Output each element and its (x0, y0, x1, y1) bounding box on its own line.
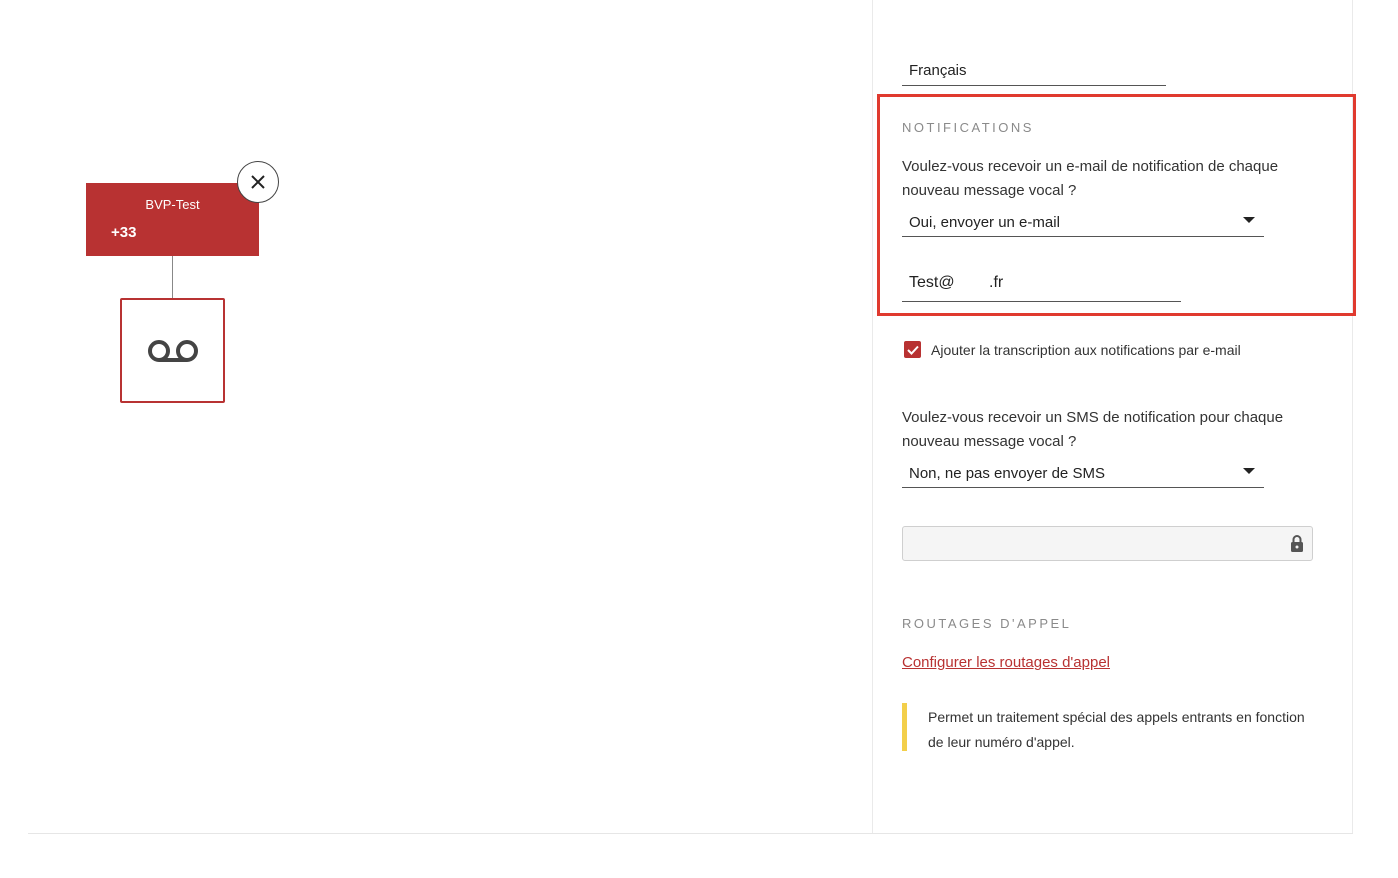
voicemail-node[interactable] (120, 298, 225, 403)
routing-info-box: Permet un traitement spécial des appels … (902, 703, 1322, 751)
email-input[interactable]: Test@ .fr (902, 270, 1181, 302)
close-button[interactable] (237, 161, 279, 203)
transcription-label: Ajouter la transcription aux notificatio… (931, 342, 1241, 358)
check-icon (906, 345, 919, 355)
email-value-suffix: .fr (989, 274, 1004, 291)
email-select-value: Oui, envoyer un e-mail (909, 214, 1060, 231)
bottom-divider (28, 833, 1353, 834)
routing-title: ROUTAGES D'APPEL (902, 616, 1072, 631)
close-icon (251, 175, 265, 189)
caret-down-icon (1243, 468, 1255, 474)
sms-select-value: Non, ne pas envoyer de SMS (909, 465, 1105, 482)
voicemail-icon (147, 339, 198, 362)
email-question: Voulez-vous recevoir un e-mail de notifi… (902, 158, 1279, 199)
language-select[interactable]: Français (902, 60, 1166, 86)
notifications-title: NOTIFICATIONS (902, 120, 1034, 135)
email-value-prefix: Test@ (909, 274, 955, 291)
email-notification-select[interactable]: Oui, envoyer un e-mail (902, 211, 1264, 237)
configure-routing-link[interactable]: Configurer les routages d'appel (902, 654, 1110, 671)
caret-down-icon (1243, 217, 1255, 223)
node-number: +33 (111, 224, 137, 241)
node-name: BVP-Test (145, 197, 200, 212)
lock-icon (1291, 535, 1303, 552)
flow-node-card[interactable]: BVP-Test +33 (86, 183, 259, 256)
info-accent-bar (902, 703, 907, 751)
sms-phone-field[interactable] (902, 526, 1313, 561)
language-select-value: Français (909, 62, 967, 79)
transcription-checkbox[interactable] (904, 341, 921, 358)
flow-connector (172, 256, 173, 299)
sms-notification-select[interactable]: Non, ne pas envoyer de SMS (902, 462, 1264, 488)
sms-question: Voulez-vous recevoir un SMS de notificat… (902, 409, 1284, 450)
routing-info-text: Permet un traitement spécial des appels … (928, 709, 1305, 750)
